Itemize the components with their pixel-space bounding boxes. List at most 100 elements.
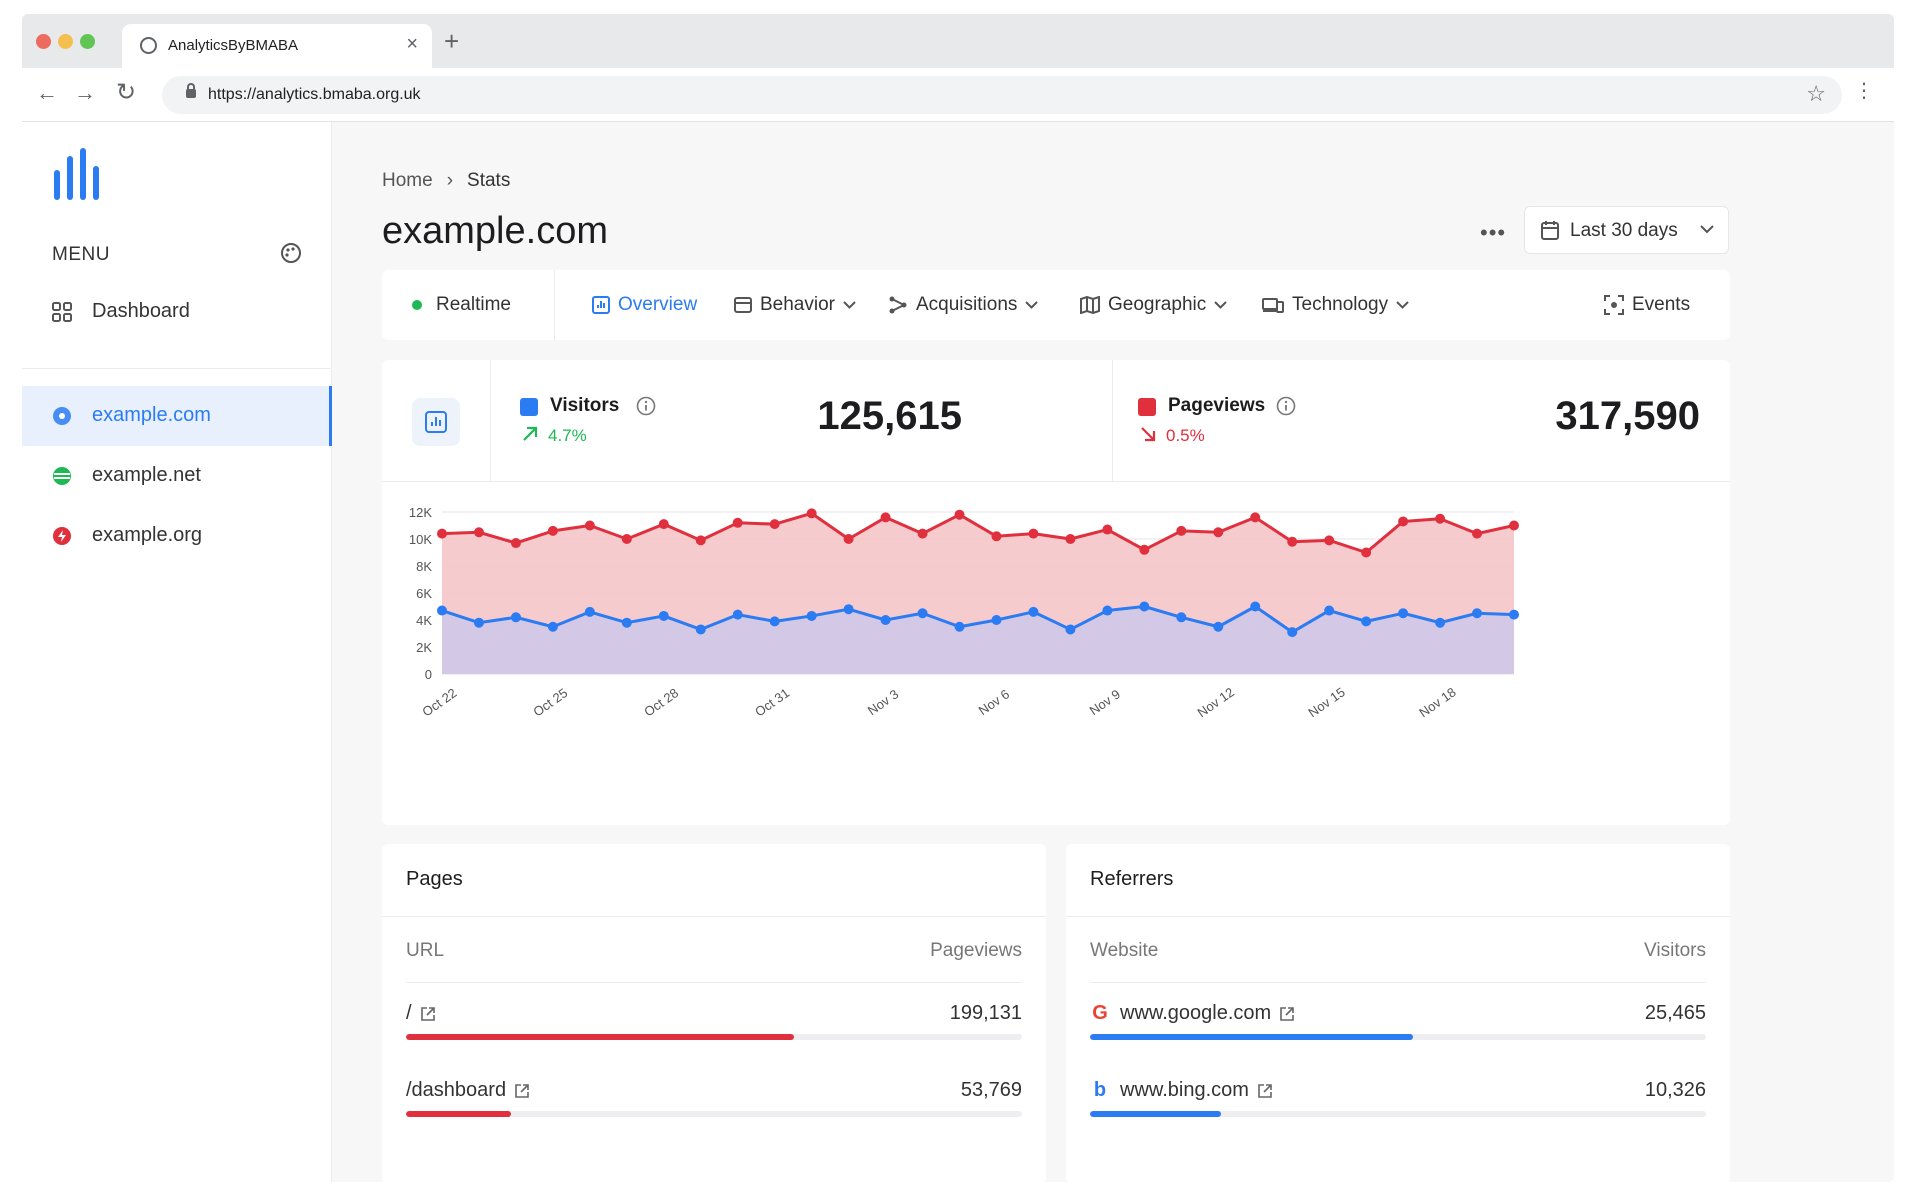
progress-track — [406, 1034, 1022, 1040]
tab-acquisitions[interactable]: Acquisitions — [888, 270, 1039, 340]
data-point-pageviews — [1361, 547, 1372, 558]
data-point-pageviews — [547, 525, 558, 536]
page-pageviews: 53,769 — [960, 1079, 1022, 1101]
tab-label: Overview — [618, 294, 698, 315]
data-point-visitors — [1065, 624, 1076, 635]
more-options-icon[interactable]: ••• — [1480, 220, 1506, 246]
data-point-visitors — [1176, 612, 1187, 623]
table-row[interactable]: b www.bing.com 10,326 — [1090, 1079, 1706, 1139]
back-icon[interactable]: ← — [36, 80, 58, 106]
minimize-window-button[interactable] — [58, 34, 73, 49]
sidebar-item-example-net[interactable]: example.net — [22, 446, 332, 506]
external-link-icon[interactable] — [514, 1083, 530, 1099]
url-text[interactable]: https://analytics.bmaba.org.uk — [208, 86, 421, 104]
page-url[interactable]: / — [406, 1002, 412, 1025]
data-point-visitors — [1472, 608, 1483, 619]
info-icon[interactable] — [1276, 396, 1296, 416]
tab-overview[interactable]: Overview — [592, 270, 697, 340]
referrer-site[interactable]: www.bing.com — [1120, 1079, 1249, 1102]
tab-behavior[interactable]: Behavior — [734, 270, 856, 340]
data-point-visitors — [510, 612, 521, 623]
referrers-col-website: Website — [1090, 940, 1159, 961]
sidebar-item-example-org[interactable]: example.org — [22, 506, 332, 566]
calendar-icon — [1541, 221, 1559, 240]
data-point-pageviews — [880, 512, 891, 523]
sidebar-item-example-com[interactable]: example.com — [22, 386, 332, 446]
tab-technology[interactable]: Technology — [1262, 270, 1409, 340]
divider — [1112, 360, 1113, 482]
tab-label: Geographic — [1108, 294, 1207, 315]
table-row[interactable]: Gwww.google.com 25,465 — [1090, 1002, 1706, 1062]
data-point-visitors — [843, 604, 854, 615]
app-logo-icon[interactable] — [52, 142, 108, 202]
data-point-pageviews — [621, 534, 632, 544]
y-tick-label: 2K — [416, 640, 432, 655]
external-link-icon[interactable] — [420, 1006, 436, 1022]
browser-toolbar: ← → ↻ https://analytics.bmaba.org.uk ☆ ⋮ — [22, 68, 1894, 122]
data-point-pageviews — [1139, 544, 1150, 555]
pages-col-pageviews: Pageviews — [930, 940, 1022, 961]
lock-icon — [186, 83, 196, 98]
tab-events[interactable]: Events — [1604, 270, 1690, 340]
divider — [382, 916, 1046, 917]
progress-fill — [1090, 1034, 1414, 1040]
external-link-icon[interactable] — [1257, 1083, 1273, 1099]
data-point-pageviews — [1213, 527, 1224, 538]
y-tick-label: 12K — [409, 505, 432, 520]
data-point-pageviews — [954, 509, 965, 520]
browser-menu-icon[interactable]: ⋮ — [1854, 81, 1874, 101]
data-point-visitors — [1398, 608, 1409, 619]
maximize-window-button[interactable] — [80, 34, 95, 49]
data-point-visitors — [1250, 601, 1261, 612]
page-pageviews: 199,131 — [949, 1002, 1022, 1024]
data-point-pageviews — [695, 535, 706, 546]
data-point-pageviews — [769, 519, 780, 530]
forward-icon[interactable]: → — [74, 80, 96, 106]
referrer-visitors: 25,465 — [1644, 1002, 1706, 1024]
date-range-select[interactable]: Last 30 days — [1524, 206, 1729, 254]
close-tab-icon[interactable]: × — [406, 33, 418, 56]
report-tabs: Realtime Overview Behavior Acquisitions … — [382, 270, 1730, 340]
address-bar[interactable]: https://analytics.bmaba.org.uk ☆ — [162, 76, 1842, 114]
progress-track — [1090, 1111, 1706, 1117]
arrow-down-right-icon — [1141, 427, 1156, 442]
visitors-label: Visitors — [550, 395, 620, 416]
new-tab-button[interactable]: + — [444, 28, 459, 54]
divider — [406, 982, 1022, 983]
reload-icon[interactable]: ↻ — [116, 78, 136, 107]
bing-icon: b — [1093, 1079, 1107, 1101]
data-point-visitors — [584, 606, 595, 617]
devices-icon — [1262, 298, 1284, 313]
data-point-visitors — [1509, 609, 1519, 620]
site-example-com-icon — [53, 407, 71, 425]
browser-tab[interactable]: AnalyticsByBMABA × — [122, 24, 432, 68]
chart-toggle-button[interactable] — [412, 398, 460, 446]
google-icon: G — [1092, 1002, 1108, 1024]
chevron-down-icon — [1025, 301, 1039, 309]
stats-card: Visitors 4.7% 125,615 Pageviews 0.5% 317… — [382, 360, 1730, 825]
table-row[interactable]: /dashboard 53,769 — [406, 1079, 1022, 1139]
table-row[interactable]: / 199,131 — [406, 1002, 1022, 1062]
tab-label: Technology — [1292, 294, 1389, 315]
focus-target-icon — [1604, 295, 1624, 315]
data-point-pageviews — [991, 531, 1002, 542]
tab-realtime[interactable]: Realtime — [412, 270, 511, 340]
bookmark-star-icon[interactable]: ☆ — [1806, 81, 1826, 107]
close-window-button[interactable] — [36, 34, 51, 49]
data-point-visitors — [473, 617, 484, 628]
palette-icon[interactable] — [280, 242, 302, 264]
progress-fill — [406, 1111, 511, 1117]
page-url[interactable]: /dashboard — [406, 1079, 506, 1102]
data-point-pageviews — [1472, 528, 1483, 539]
data-point-pageviews — [1324, 535, 1335, 546]
visitors-change: 4.7% — [548, 426, 587, 445]
referrers-card-title: Referrers — [1090, 868, 1174, 890]
sidebar-item-dashboard[interactable]: Dashboard — [22, 282, 332, 342]
referrer-site[interactable]: www.google.com — [1120, 1002, 1271, 1025]
browser-tab-bar: AnalyticsByBMABA × + — [22, 14, 1894, 68]
info-icon[interactable] — [636, 396, 656, 416]
breadcrumb-home[interactable]: Home — [382, 170, 433, 191]
menu-title: MENU — [52, 244, 110, 265]
external-link-icon[interactable] — [1279, 1006, 1295, 1022]
tab-geographic[interactable]: Geographic — [1080, 270, 1227, 340]
